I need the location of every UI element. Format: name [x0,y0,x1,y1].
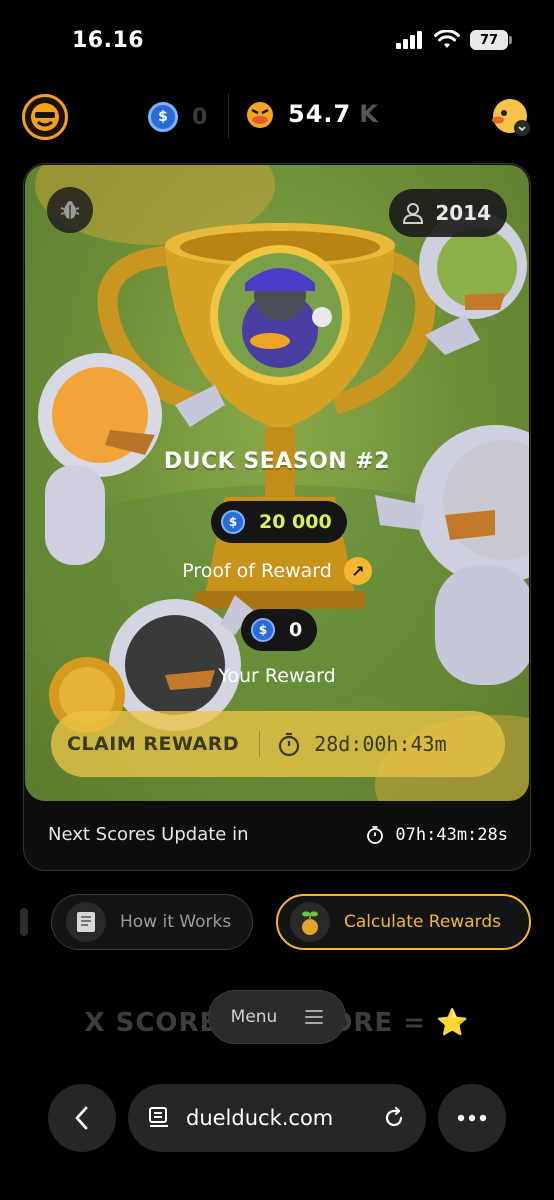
usdc-coin-icon: $ [251,618,275,642]
calculate-rewards-button[interactable]: Calculate Rewards [276,894,531,950]
duck-points-value: 54.7 K [288,100,379,128]
coin-balance: $ 0 [148,102,207,132]
season-artwork: 2014 DUCK SEASON #2 $ 20 000 Proof of Re… [25,165,529,801]
usdc-coin-icon: $ [148,102,178,132]
season-title: DUCK SEASON #2 [163,449,391,474]
claim-reward-button[interactable]: CLAIM REWARD 28d:00h:43m [51,711,505,777]
menu-label: Menu [230,1007,278,1027]
scores-update-label: Next Scores Update in [48,824,249,845]
claim-countdown: 28d:00h:43m [276,731,447,757]
browser-back-button[interactable] [48,1084,116,1152]
app-header: $ 0 54.7 K [0,92,554,144]
scores-update-row: Next Scores Update in 07h:43m:28s [48,824,508,845]
players-count: 2014 [435,201,491,225]
your-reward-value: 0 [289,619,303,641]
browser-toolbar: duelduck.com [0,1084,554,1154]
signal-icon [396,31,422,49]
angry-duck-icon [247,102,273,128]
header-divider [228,94,229,138]
menu-button[interactable]: Menu [208,990,346,1044]
duck-avatar-icon [492,99,530,136]
players-count-badge: 2014 [389,189,507,237]
profile-avatar-button[interactable] [490,96,532,138]
trophy-illustration [25,165,529,801]
status-bar: 16.16 77 [0,0,554,80]
sprout-coin-icon [290,902,330,942]
user-icon [403,203,424,224]
status-time: 16.16 [72,28,145,53]
stopwatch-icon [367,825,384,844]
wifi-icon [434,30,460,48]
more-horizontal-icon [457,1114,487,1122]
season-card: 2014 DUCK SEASON #2 $ 20 000 Proof of Re… [23,163,531,871]
hamburger-icon [305,1010,324,1024]
url-text: duelduck.com [186,1106,334,1130]
usdc-coin-icon: $ [221,510,245,534]
scores-update-timer: 07h:43m:28s [395,824,508,845]
duck-points: 54.7 K [244,98,379,130]
claim-reward-label: CLAIM REWARD [67,733,240,755]
chevron-left-icon [75,1106,88,1130]
your-reward-badge: $ 0 [241,609,317,651]
prize-pool-badge: $ 20 000 [211,501,347,543]
reload-icon[interactable] [382,1106,406,1130]
how-it-works-button[interactable]: How it Works [51,894,253,950]
star-icon: ⭐ [436,1008,470,1038]
claim-divider [259,731,261,757]
page-settings-icon [149,1107,168,1127]
proof-of-reward-link[interactable]: Proof of Reward ↗ [25,557,529,585]
claim-countdown-value: 28d:00h:43m [314,732,447,756]
proof-of-reward-label: Proof of Reward [182,560,332,582]
bug-icon [60,201,80,219]
address-bar[interactable]: duelduck.com [128,1084,426,1152]
scores-update-countdown: 07h:43m:28s [365,825,508,845]
your-reward-label: Your Reward [218,665,336,687]
status-icons: 77 [396,30,512,50]
carousel-prev-sliver[interactable] [20,908,28,936]
report-bug-button[interactable] [47,187,93,233]
how-it-works-label: How it Works [120,912,232,932]
coin-balance-value: 0 [192,104,208,130]
duelduck-logo[interactable] [22,94,68,140]
calculate-rewards-label: Calculate Rewards [344,912,501,932]
browser-more-button[interactable] [438,1084,506,1152]
stopwatch-icon [279,732,300,757]
duck-logo-icon [31,103,59,131]
battery-indicator: 77 [470,30,512,50]
arrow-up-right-icon: ↗ [343,557,372,585]
prize-pool-value: 20 000 [259,511,332,533]
document-icon [66,902,106,942]
